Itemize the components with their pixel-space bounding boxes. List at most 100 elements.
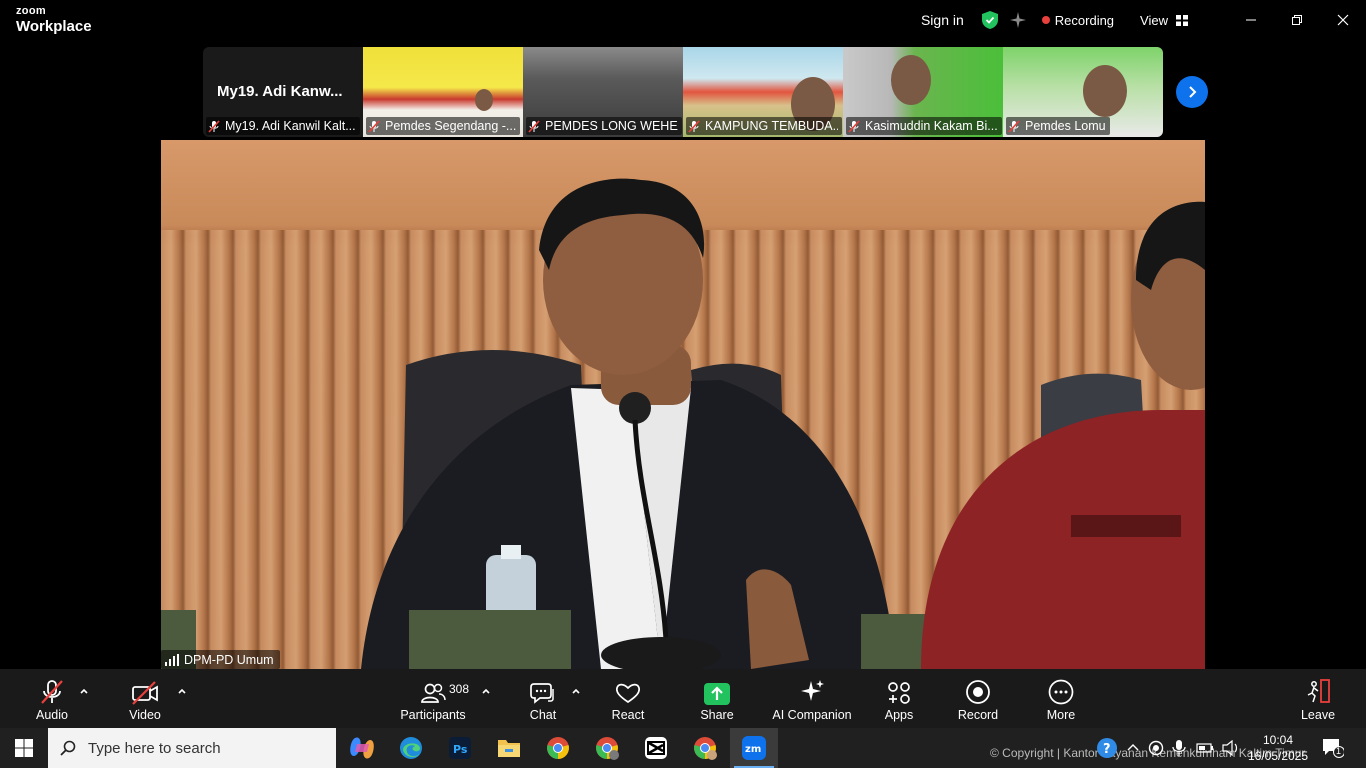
more-button[interactable]: More [1041,669,1081,728]
chevron-up-icon[interactable] [1126,741,1140,755]
participant-name: KAMPUNG TEMBUDA... [705,119,838,133]
participant-tile[interactable]: Kasimuddin Kakam Bi... [843,47,1003,137]
active-speaker-label: DPM-PD Umum [161,650,280,669]
video-button[interactable]: Video [122,669,168,728]
windows-taskbar: Type here to search Ps zm © Copyright | … [0,728,1366,768]
participant-name: My19. Adi Kanwil Kalt... [225,119,356,133]
minimize-button[interactable] [1228,0,1274,40]
speaker-video-feed [161,178,1205,669]
chrome-icon[interactable] [534,728,582,768]
participant-tile[interactable]: Pemdes Segendang -... [363,47,523,137]
view-label: View [1140,12,1168,28]
leave-button[interactable]: Leave [1298,669,1338,728]
brand-workplace: Workplace [16,18,92,35]
restore-icon [1292,15,1302,25]
photoshop-icon[interactable]: Ps [436,728,484,768]
participant-tile[interactable]: PEMDES LONG WEHEA [523,47,683,137]
chat-options-chevron-up-icon[interactable] [571,686,581,696]
audio-button[interactable]: Audio [30,669,74,728]
participant-caption: My19. Adi Kanwil Kalt... [206,117,360,135]
zoom-icon[interactable]: zm [730,728,778,768]
search-icon [60,740,76,756]
svg-text:zm: zm [745,744,761,755]
share-button[interactable]: Share [697,669,737,728]
video-off-icon [132,681,158,705]
volume-icon[interactable] [1222,740,1240,756]
notification-center-button[interactable]: 1 [1322,738,1345,763]
ai-companion-button[interactable]: AI Companion [770,669,854,728]
meeting-toolbar: Audio Video Participants 308 Chat React … [0,669,1366,728]
participant-thumbnail-strip: My19. Adi Kanw... My19. Adi Kanwil Kalt.… [203,47,1163,137]
leave-label: Leave [1300,708,1336,722]
view-button[interactable]: View [1140,13,1188,28]
speaker-name: DPM-PD Umum [184,652,274,667]
muted-mic-icon [848,119,860,133]
notification-count: 1 [1336,746,1342,756]
participants-options-chevron-up-icon[interactable] [481,686,491,696]
react-label: React [611,708,645,722]
participant-name: PEMDES LONG WEHEA [545,119,678,133]
recording-dot-icon [1041,16,1050,24]
search-placeholder: Type here to search [88,739,221,757]
record-tray-icon[interactable] [1148,740,1164,756]
leave-icon [1307,679,1330,703]
heart-icon [615,683,641,704]
sign-in-link[interactable]: Sign in [921,12,964,28]
video-options-chevron-up-icon[interactable] [177,686,187,696]
chat-icon [530,683,554,704]
next-page-button[interactable] [1176,76,1208,108]
share-screen-icon [704,683,730,705]
audio-label: Audio [36,708,68,722]
participants-label: Participants [400,708,466,722]
share-label: Share [700,708,734,722]
battery-icon[interactable] [1196,741,1214,755]
muted-mic-icon [41,680,63,704]
chevron-right-icon [1189,86,1197,98]
edge-icon[interactable] [387,728,435,768]
capcut-icon[interactable] [632,728,680,768]
react-button[interactable]: React [608,669,648,728]
shield-check-icon[interactable] [981,11,998,29]
chat-label: Chat [529,708,557,722]
windows-start-button[interactable] [0,728,48,768]
apps-icon [888,682,910,704]
brand-zoom: zoom [16,5,46,17]
muted-mic-icon [688,119,700,133]
file-explorer-icon[interactable] [485,728,533,768]
ai-companion-label: AI Companion [772,708,852,722]
apps-button[interactable]: Apps [880,669,918,728]
minimize-icon [1246,19,1256,21]
participant-tile[interactable]: KAMPUNG TEMBUDA... [683,47,843,137]
main-video[interactable] [161,140,1205,669]
participant-tile[interactable]: Pemdes Lomu [1003,47,1163,137]
chat-button[interactable]: Chat [525,669,561,728]
ai-sparkle-icon[interactable] [1009,12,1026,28]
zoom-logo: zoom Workplace [16,5,92,35]
close-button[interactable] [1320,0,1366,40]
participant-tile[interactable]: My19. Adi Kanw... My19. Adi Kanwil Kalt.… [203,47,363,137]
taskbar-search-box[interactable]: Type here to search [48,728,336,768]
grid-view-icon [1176,14,1188,26]
participant-name: Pemdes Lomu [1025,119,1106,133]
participant-caption: Pemdes Lomu [1006,117,1110,135]
muted-mic-icon [208,119,220,133]
taskbar-clock[interactable]: 10:04 16/05/2025 [1246,732,1310,764]
windows-logo-icon [15,739,33,757]
participants-icon [421,683,446,703]
participants-button[interactable]: Participants [400,669,466,728]
microphone-icon[interactable] [1172,740,1186,756]
svg-text:Ps: Ps [453,743,468,756]
copilot-icon[interactable] [338,728,386,768]
muted-mic-icon [528,119,540,133]
more-icon [1048,679,1074,705]
close-icon [1337,14,1349,26]
chrome-alt-icon[interactable] [681,728,729,768]
record-button[interactable]: Record [955,669,1001,728]
help-icon[interactable]: ? [1096,737,1118,759]
restore-button[interactable] [1274,0,1320,40]
muted-mic-icon [1008,119,1020,133]
recording-indicator[interactable]: Recording [1041,13,1114,28]
chrome-profile-icon[interactable] [583,728,631,768]
clock-time: 10:04 [1262,733,1294,747]
audio-options-chevron-up-icon[interactable] [79,686,89,696]
